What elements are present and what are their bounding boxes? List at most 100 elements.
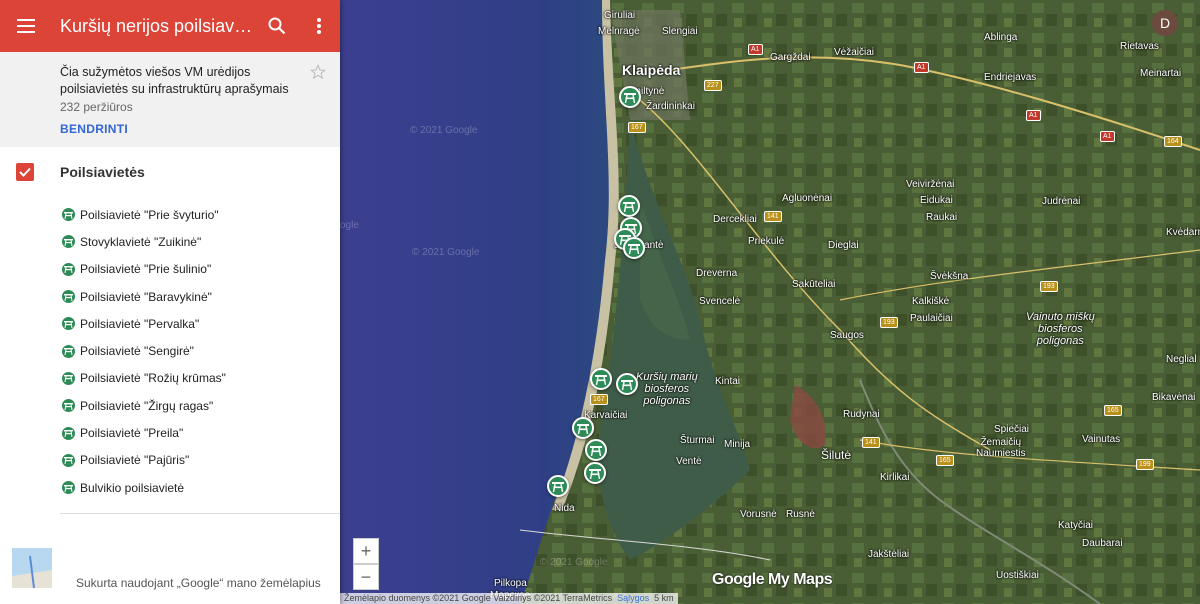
picnic-table-icon <box>589 468 601 479</box>
road-shield: A1 <box>748 44 763 55</box>
place-label: Pilkopa <box>494 578 527 589</box>
road-shield: A1 <box>1100 131 1115 142</box>
picnic-marker[interactable] <box>547 475 569 497</box>
map-watermark: ogle <box>340 220 359 231</box>
hamburger-icon[interactable] <box>0 0 52 52</box>
place-label: Agluonėnai <box>782 193 833 204</box>
place-label: Minija <box>724 439 751 450</box>
place-label: Kalkiškė <box>912 296 950 307</box>
place-label: Kirlikai <box>880 472 910 483</box>
picnic-table-icon <box>62 317 75 331</box>
place-label: Uostiškiai <box>996 570 1039 581</box>
picnic-table-icon <box>621 379 633 390</box>
layer-checkbox[interactable] <box>16 163 34 181</box>
map-title: Kuršių nerijos poilsiaviet… <box>60 15 256 36</box>
list-item-label: Poilsiavietė "Preila" <box>80 426 184 441</box>
picnic-table-icon <box>62 208 75 222</box>
list-item-label: Stovyklavietė "Zuikinė" <box>80 234 202 249</box>
road-shield: 165 <box>936 455 954 466</box>
place-label: Klaipėda <box>622 62 681 78</box>
place-label: Slengiai <box>662 26 698 37</box>
map-attribution: Žemėlapio duomenys ©2021 Google Vaizdiny… <box>340 593 678 604</box>
place-label: Rietavas <box>1120 41 1159 52</box>
list-item-label: Poilsiavietė "Sengirė" <box>80 344 194 359</box>
picnic-table-icon <box>595 374 607 385</box>
terms-link[interactable]: Sąlygos <box>617 593 649 603</box>
made-with-text: Sukurta naudojant „Google“ mano žemėlapi… <box>76 576 321 590</box>
road-shield: 164 <box>1164 136 1182 147</box>
list-item[interactable]: Poilsiavietė "Baravykinė" <box>0 283 340 310</box>
road-shield: 141 <box>764 211 782 222</box>
picnic-marker[interactable] <box>616 373 638 395</box>
place-label: Saugos <box>830 330 864 341</box>
place-label: Kuršių marių biosferos poligonas <box>636 371 698 407</box>
view-count: 232 peržiūros <box>60 100 133 114</box>
list-item[interactable]: Poilsiavietė "Pajūris" <box>0 447 340 474</box>
picnic-table-icon <box>623 201 635 212</box>
place-label: Nida <box>554 503 575 514</box>
list-item[interactable]: Bulvikio poilsiavietė <box>0 474 340 501</box>
picnic-table-icon <box>62 399 75 413</box>
place-label: Vorusnė <box>740 509 777 520</box>
place-label: Neglial <box>1166 354 1197 365</box>
map-watermark: © 2021 Google <box>540 557 608 568</box>
side-panel: Kuršių nerijos poilsiaviet… Čia sužymėto… <box>0 0 340 604</box>
picnic-marker[interactable] <box>572 417 594 439</box>
zoom-out-button[interactable]: − <box>353 564 379 590</box>
road-shield: A1 <box>914 62 929 73</box>
layer-name: Poilsiavietės <box>60 164 145 180</box>
road-shield: 193 <box>880 317 898 328</box>
place-label: Dreverna <box>696 268 738 279</box>
place-label: Ventė <box>676 456 702 467</box>
attribution-text: Žemėlapio duomenys ©2021 Google Vaizdiny… <box>344 593 613 603</box>
picnic-table-icon <box>62 453 75 467</box>
panel-footer: Sukurta naudojant „Google“ mano žemėlapi… <box>0 546 340 604</box>
account-avatar[interactable]: D <box>1152 10 1178 36</box>
picnic-marker[interactable] <box>618 195 640 217</box>
share-button[interactable]: BENDRINTI <box>60 122 320 136</box>
list-item[interactable]: Poilsiavietė "Sengirė" <box>0 337 340 364</box>
picnic-marker[interactable] <box>584 462 606 484</box>
list-item[interactable]: Poilsiavietė "Prie švyturio" <box>0 201 340 228</box>
picnic-marker[interactable] <box>623 237 645 259</box>
road-shield: 167 <box>590 394 608 405</box>
list-item[interactable]: Poilsiavietė "Preila" <box>0 419 340 446</box>
map-watermark: © 2021 Google <box>410 125 478 136</box>
place-label: Dieglai <box>828 240 859 251</box>
place-label: Vėžaičiai <box>834 47 875 58</box>
list-item[interactable]: Poilsiavietė "Prie šulinio" <box>0 256 340 283</box>
picnic-marker[interactable] <box>585 439 607 461</box>
picnic-table-icon <box>62 290 75 304</box>
picnic-table-icon <box>552 481 564 492</box>
list-item-label: Bulvikio poilsiavietė <box>80 480 185 495</box>
road-shield: A1 <box>1026 110 1041 121</box>
zoom-in-button[interactable]: + <box>353 538 379 564</box>
search-icon[interactable] <box>256 0 298 52</box>
picnic-marker[interactable] <box>590 368 612 390</box>
layer-header: Poilsiavietės <box>0 147 340 181</box>
list-item[interactable]: Poilsiavietė "Žirgų ragas" <box>0 392 340 419</box>
map-description: Čia sužymėtos viešos VM urėdijos poilsia… <box>60 65 289 96</box>
star-icon[interactable] <box>310 64 326 85</box>
map-canvas[interactable]: © 2021 Google © 2021 Google © 2021 Googl… <box>340 0 1200 604</box>
list-item[interactable]: Poilsiavietė "Pervalka" <box>0 310 340 337</box>
list-item[interactable]: Poilsiavietė "Rožių krūmas" <box>0 365 340 392</box>
picnic-marker[interactable] <box>619 86 641 108</box>
place-list: Poilsiavietė "Prie švyturio" Stovyklaviet… <box>0 201 340 501</box>
picnic-table-icon <box>62 426 75 440</box>
list-item-label: Poilsiavietė "Baravykinė" <box>80 289 212 304</box>
picnic-table-icon <box>62 344 75 358</box>
more-vert-icon[interactable] <box>298 0 340 52</box>
list-item[interactable]: Stovyklavietė "Zuikinė" <box>0 228 340 255</box>
place-label: Dercekliai <box>713 214 757 225</box>
place-label: Kvėdarna <box>1166 227 1200 238</box>
road-shield: 227 <box>704 80 722 91</box>
map-watermark: © 2021 Google <box>412 247 480 258</box>
place-label: Spiečiai <box>994 424 1030 435</box>
place-label: Šturmai <box>680 435 715 446</box>
picnic-table-icon <box>62 481 75 495</box>
place-label: Ablinga <box>984 32 1018 43</box>
road-shield: 165 <box>1104 405 1122 416</box>
picnic-table-icon <box>62 235 75 249</box>
place-label: Rudynai <box>843 409 880 420</box>
